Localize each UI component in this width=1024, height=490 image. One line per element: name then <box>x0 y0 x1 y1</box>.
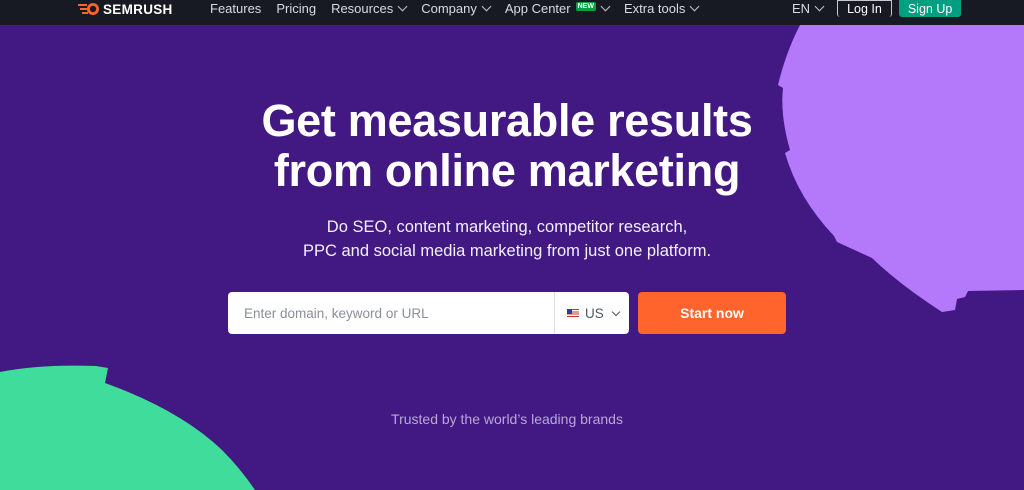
hero-title: Get measurable results from online marke… <box>0 96 1014 196</box>
trusted-brands-text: Trusted by the world’s leading brands <box>391 411 623 427</box>
new-badge: NEW <box>575 1 596 11</box>
chevron-down-icon <box>600 1 611 11</box>
signup-button[interactable]: Sign Up <box>898 0 962 17</box>
chevron-down-icon <box>611 307 621 316</box>
nav-label: Company <box>421 0 477 16</box>
search-form: US <box>228 292 629 334</box>
nav-pricing[interactable]: Pricing <box>276 1 316 16</box>
account-nav: EN Log In Sign Up <box>792 0 962 17</box>
start-now-button[interactable]: Start now <box>638 292 786 334</box>
nav-extra-tools[interactable]: Extra tools <box>623 0 700 16</box>
top-navigation-bar: SEMRUSH Features Pricing Resources Compa… <box>0 0 1024 25</box>
nav-app-center[interactable]: App Center NEW <box>504 0 611 16</box>
nav-resources[interactable]: Resources <box>331 0 408 16</box>
logo-text: SEMRUSH <box>103 1 173 17</box>
main-nav: Features Pricing Resources Company App C… <box>210 0 713 16</box>
hero-subtitle-line-1: Do SEO, content marketing, competitor re… <box>326 218 688 236</box>
chevron-down-icon <box>481 1 492 11</box>
nav-company[interactable]: Company <box>421 0 492 16</box>
mint-blob-shape <box>0 365 255 490</box>
nav-features[interactable]: Features <box>210 1 261 16</box>
hero-subtitle-line-2: PPC and social media marketing from just… <box>302 242 712 260</box>
chevron-down-icon <box>397 1 408 11</box>
us-flag-icon <box>567 309 579 317</box>
nav-label: App Center <box>504 0 571 16</box>
database-value: US <box>585 305 604 321</box>
language-selector[interactable]: EN <box>792 1 825 16</box>
login-button[interactable]: Log In <box>837 0 892 17</box>
nav-label: Features <box>210 0 262 16</box>
hero-title-line-1: Get measurable results <box>261 95 753 146</box>
nav-label: Extra tools <box>623 0 686 16</box>
chevron-down-icon <box>814 1 825 12</box>
hero-subtitle: Do SEO, content marketing, competitor re… <box>0 215 1014 263</box>
semrush-flame-icon <box>78 3 99 15</box>
nav-label: Resources <box>331 0 394 16</box>
hero-title-line-2: from online marketing <box>273 145 741 196</box>
domain-search-input[interactable] <box>228 292 554 334</box>
chevron-down-icon <box>689 1 700 11</box>
nav-label: Pricing <box>276 0 317 16</box>
database-select[interactable]: US <box>554 292 629 334</box>
language-label: EN <box>792 1 811 16</box>
semrush-logo[interactable]: SEMRUSH <box>78 0 173 18</box>
